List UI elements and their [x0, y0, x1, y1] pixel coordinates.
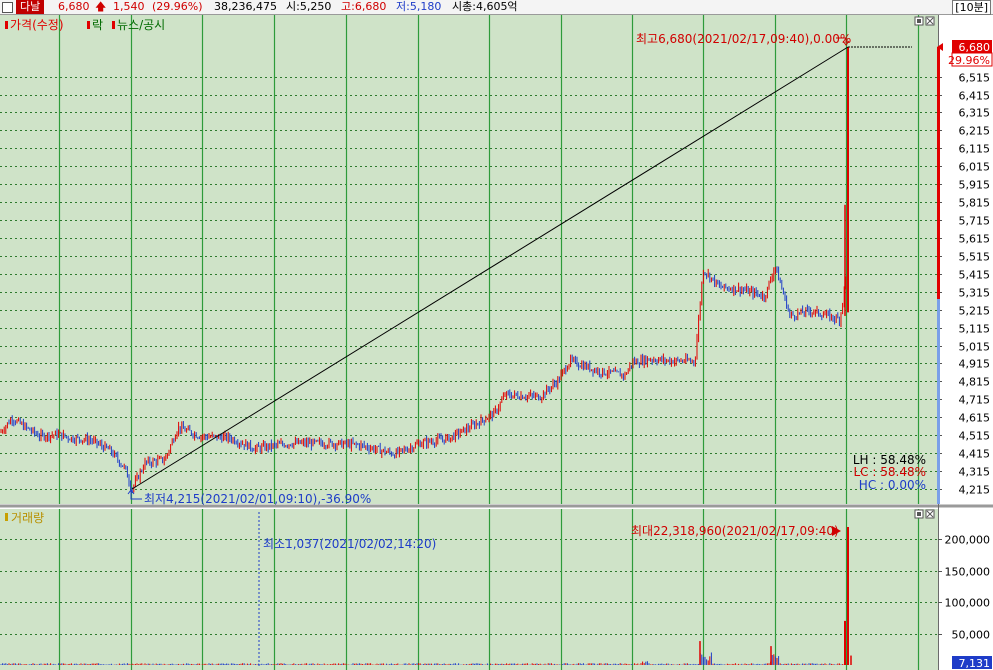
price-tick-label: 5,315 [959, 287, 991, 300]
price-range-down-bar [937, 299, 940, 504]
volume-panel-close-icon[interactable] [925, 509, 935, 519]
price-tick-label: 6,515 [959, 72, 991, 85]
volume-tick-label: 100,000 [945, 597, 991, 610]
volume-tick-label: 150,000 [945, 566, 991, 579]
legend-news-marker [112, 21, 115, 29]
stat-lc: LC : 58.48% [854, 465, 927, 479]
volume-tick-label: 200,000 [945, 534, 991, 547]
price-tick-label: 6,115 [959, 143, 991, 156]
price-tick-label: 4,315 [959, 466, 991, 479]
price-tick-label: 6,215 [959, 125, 991, 138]
price-tick-label: 5,815 [959, 197, 991, 210]
price-tick-label: 5,215 [959, 305, 991, 318]
max-volume-annotation: 최대22,318,960(2021/02/17,09:40) [631, 524, 839, 538]
price-tick-label: 6,315 [959, 107, 991, 120]
price-panel-close-icon[interactable] [925, 16, 935, 26]
legend-price[interactable]: 가격(수정) [10, 18, 64, 32]
price-tick-label: 5,615 [959, 233, 991, 246]
price-tick-label: 5,915 [959, 179, 991, 192]
legend-price-marker [5, 21, 8, 29]
current-pct-tag-text: 29.96% [948, 54, 990, 67]
min-price-annotation: 최저4,215(2021/02/01,09:10),-36.90% [144, 492, 371, 506]
price-tick-label: 4,415 [959, 448, 991, 461]
price-range-up-bar [937, 47, 940, 299]
legend-lock-marker [87, 21, 90, 29]
price-tick-label: 5,115 [959, 323, 991, 336]
price-tick-label: 4,515 [959, 430, 991, 443]
volume-tick-label: 50,000 [952, 629, 991, 642]
price-tick-label: 4,215 [959, 484, 991, 497]
legend-lock[interactable]: 락 [92, 18, 103, 32]
price-tick-label: 4,615 [959, 412, 991, 425]
price-tick-label: 4,815 [959, 376, 991, 389]
current-volume-tag-text: 7,131 [959, 657, 991, 670]
price-tick-label: 6,015 [959, 161, 991, 174]
legend-news[interactable]: 뉴스/공시 [117, 18, 165, 32]
volume-panel-maximize-icon[interactable] [914, 509, 924, 519]
stock-chart[interactable]: 가격(수정) 락 뉴스/공시 거래량 최고6,680(2021/02/17,09… [0, 0, 993, 670]
current-price-tag-text: 6,680 [959, 41, 991, 54]
price-tick-label: 4,715 [959, 394, 991, 407]
price-panel-maximize-icon[interactable] [914, 16, 924, 26]
price-tick-label: 5,515 [959, 251, 991, 264]
legend-volume[interactable]: 거래량 [11, 511, 44, 525]
max-price-annotation: 최고6,680(2021/02/17,09:40),0.00% [636, 32, 851, 46]
price-tick-label: 5,015 [959, 341, 991, 354]
price-tick-label: 5,415 [959, 269, 991, 282]
price-tick-label: 4,915 [959, 358, 991, 371]
min-volume-annotation: 최소1,037(2021/02/02,14:20) [263, 537, 436, 551]
price-panel-bg [0, 15, 938, 504]
stat-hc: HC : 0.00% [859, 478, 926, 492]
price-tick-label: 5,715 [959, 215, 991, 228]
price-tick-label: 6,415 [959, 90, 991, 103]
legend-volume-marker [5, 513, 8, 521]
